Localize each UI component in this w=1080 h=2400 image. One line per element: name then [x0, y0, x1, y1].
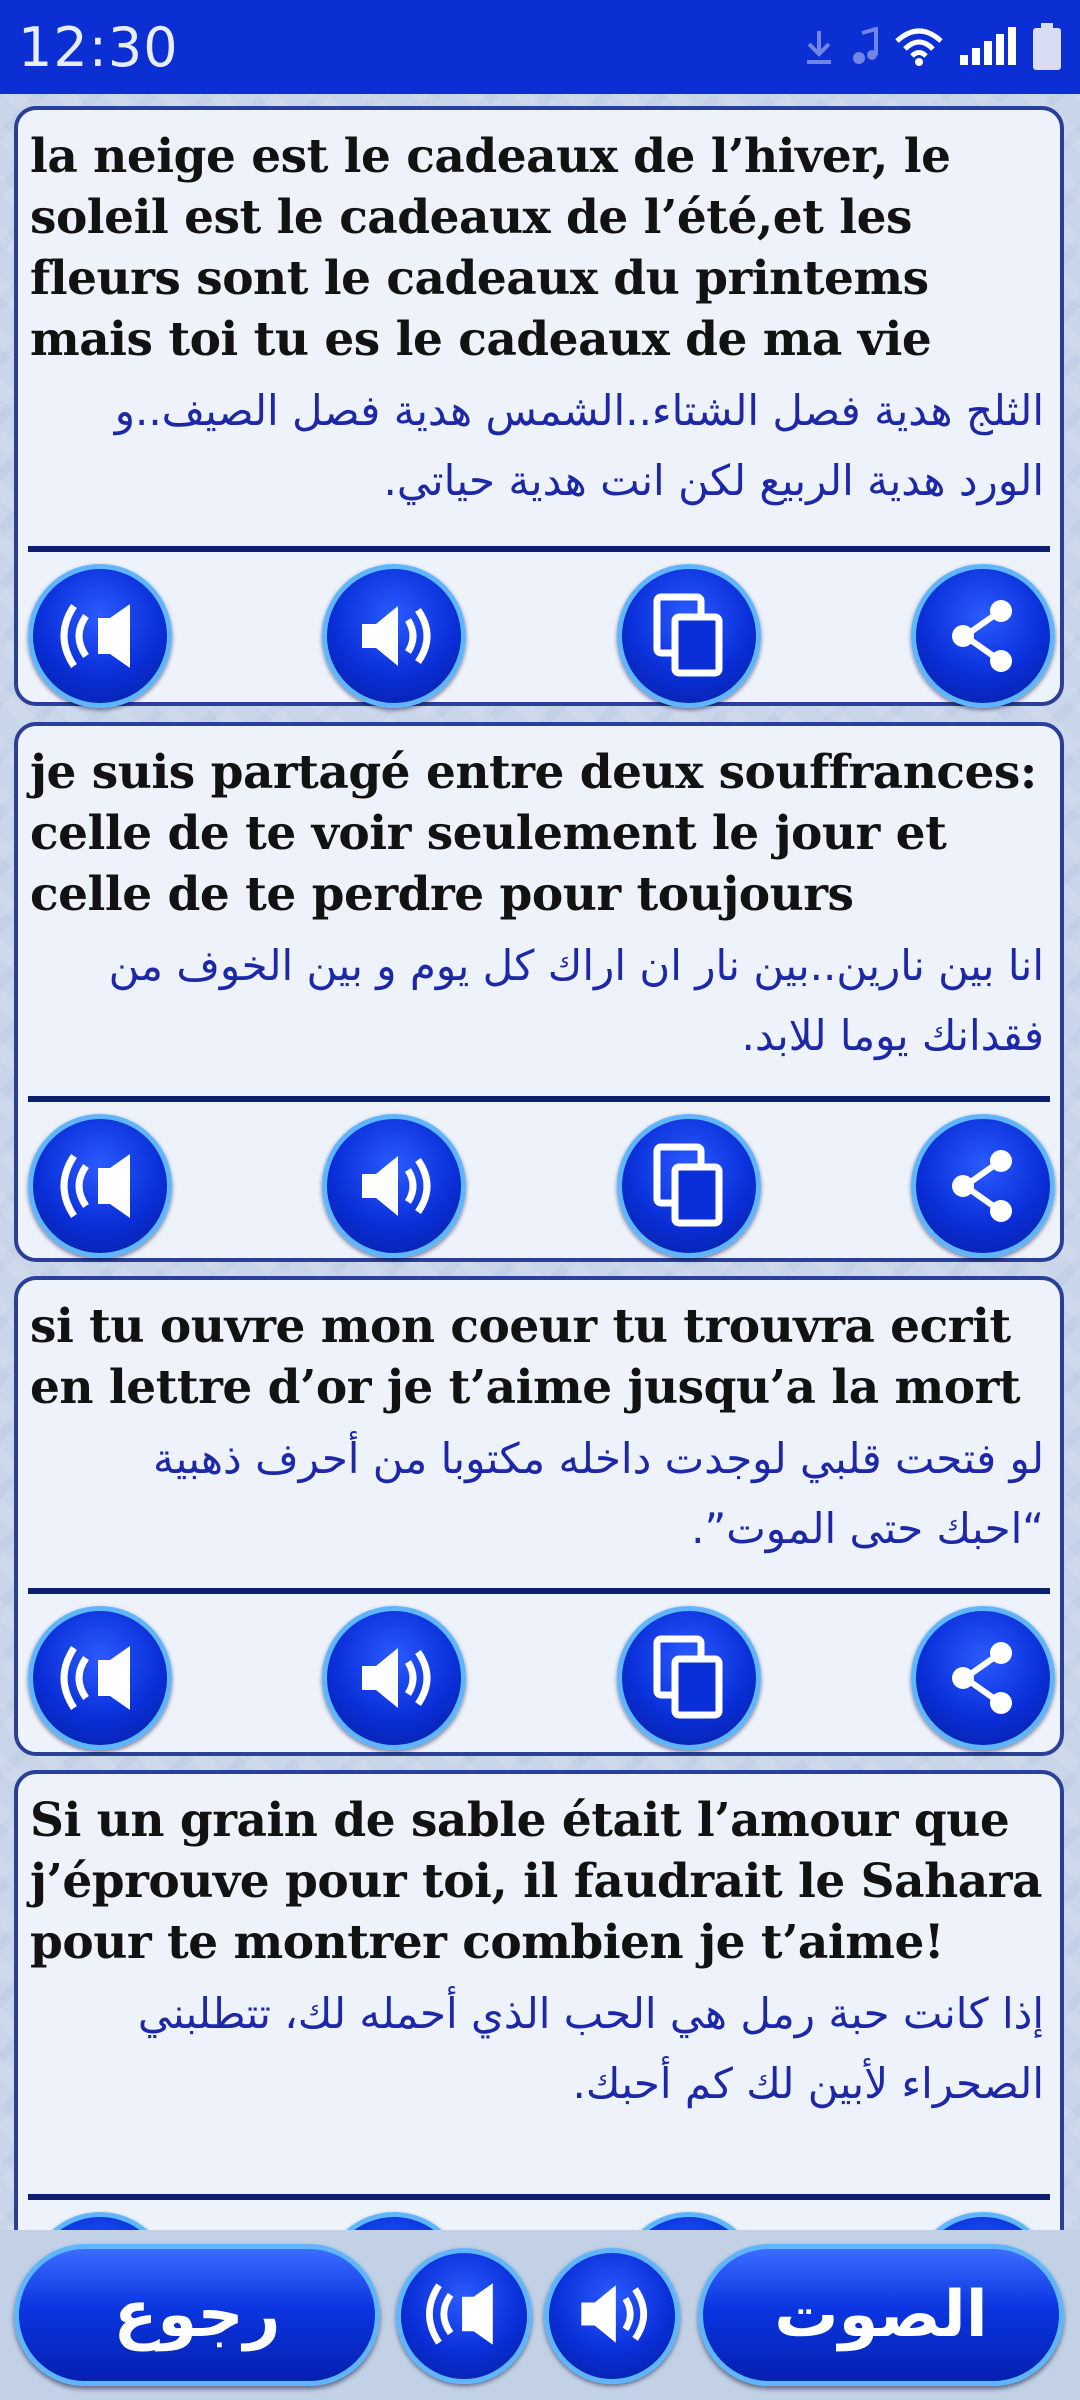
bottom-bar: رجوع الصوت: [0, 2230, 1080, 2400]
speak-arabic-icon: [564, 2275, 660, 2357]
wifi-icon: [894, 27, 944, 67]
quote-card: Si un grain de sable était l’amour que j…: [14, 1770, 1064, 2230]
arabic-quote: الثلج هدية فصل الشتاء..الشمس هدية فصل ال…: [114, 386, 1044, 505]
speak-french-icon: [50, 1638, 150, 1718]
music-note-icon: [850, 27, 880, 67]
quote-card: si tu ouvre mon coeur tu trouvra ecrit e…: [14, 1276, 1064, 1756]
share-icon: [943, 1638, 1023, 1718]
speak-arabic-button[interactable]: [322, 1114, 466, 1258]
share-icon: [943, 596, 1023, 676]
divider: [28, 1096, 1050, 1102]
download-icon: [802, 27, 836, 67]
french-quote: la neige est le cadeaux de l’hiver, le s…: [30, 129, 951, 367]
copy-button[interactable]: [617, 2212, 761, 2230]
share-button[interactable]: [911, 1114, 1055, 1258]
speak-arabic-button[interactable]: [322, 564, 466, 708]
quote-card: je suis partagé entre deux souffrances: …: [14, 722, 1064, 1262]
french-quote: si tu ouvre mon coeur tu trouvra ecrit e…: [30, 1299, 1021, 1415]
arabic-quote: لو فتحت قلبي لوجدت داخله مكتوبا من أحرف …: [153, 1434, 1044, 1553]
speak-arabic-button[interactable]: [322, 2212, 466, 2230]
quote-card: la neige est le cadeaux de l’hiver, le s…: [14, 106, 1064, 708]
speak-french-button[interactable]: [28, 1606, 172, 1750]
copy-button[interactable]: [617, 1606, 761, 1750]
copy-icon: [649, 1141, 729, 1231]
status-time: 12:30: [18, 15, 179, 79]
copy-button[interactable]: [617, 564, 761, 708]
play-arabic-button[interactable]: [544, 2248, 680, 2384]
share-button[interactable]: [911, 1606, 1055, 1750]
signal-icon: [958, 27, 1018, 67]
copy-icon: [649, 1633, 729, 1723]
french-quote: je suis partagé entre deux souffrances: …: [30, 745, 1037, 922]
speak-french-button[interactable]: [28, 2212, 172, 2230]
speak-arabic-icon: [344, 1638, 444, 1718]
speak-french-icon: [50, 596, 150, 676]
speak-french-button[interactable]: [28, 1114, 172, 1258]
divider: [28, 2194, 1050, 2200]
play-french-button[interactable]: [396, 2248, 532, 2384]
copy-button[interactable]: [617, 1114, 761, 1258]
speak-french-icon: [50, 1146, 150, 1226]
share-icon: [943, 1146, 1023, 1226]
share-button[interactable]: [911, 564, 1055, 708]
arabic-quote: إذا كانت حبة رمل هي الحب الذي أحمله لك، …: [137, 1989, 1044, 2108]
speak-french-button[interactable]: [28, 564, 172, 708]
content-list[interactable]: la neige est le cadeaux de l’hiver, le s…: [0, 94, 1080, 2230]
status-bar: 12:30: [0, 0, 1080, 94]
battery-icon: [1032, 23, 1062, 71]
share-button[interactable]: [911, 2212, 1055, 2230]
status-icons: [802, 23, 1062, 71]
speak-arabic-icon: [344, 1146, 444, 1226]
french-quote: Si un grain de sable était l’amour que j…: [30, 1793, 1042, 1970]
speak-arabic-icon: [344, 596, 444, 676]
back-button[interactable]: رجوع: [14, 2244, 380, 2386]
divider: [28, 546, 1050, 552]
arabic-quote: انا بين نارين..بين نار ان اراك كل يوم و …: [108, 941, 1044, 1060]
speak-arabic-button[interactable]: [322, 1606, 466, 1750]
copy-icon: [649, 591, 729, 681]
divider: [28, 1588, 1050, 1594]
speak-french-icon: [416, 2275, 512, 2357]
sound-button[interactable]: الصوت: [698, 2244, 1064, 2386]
